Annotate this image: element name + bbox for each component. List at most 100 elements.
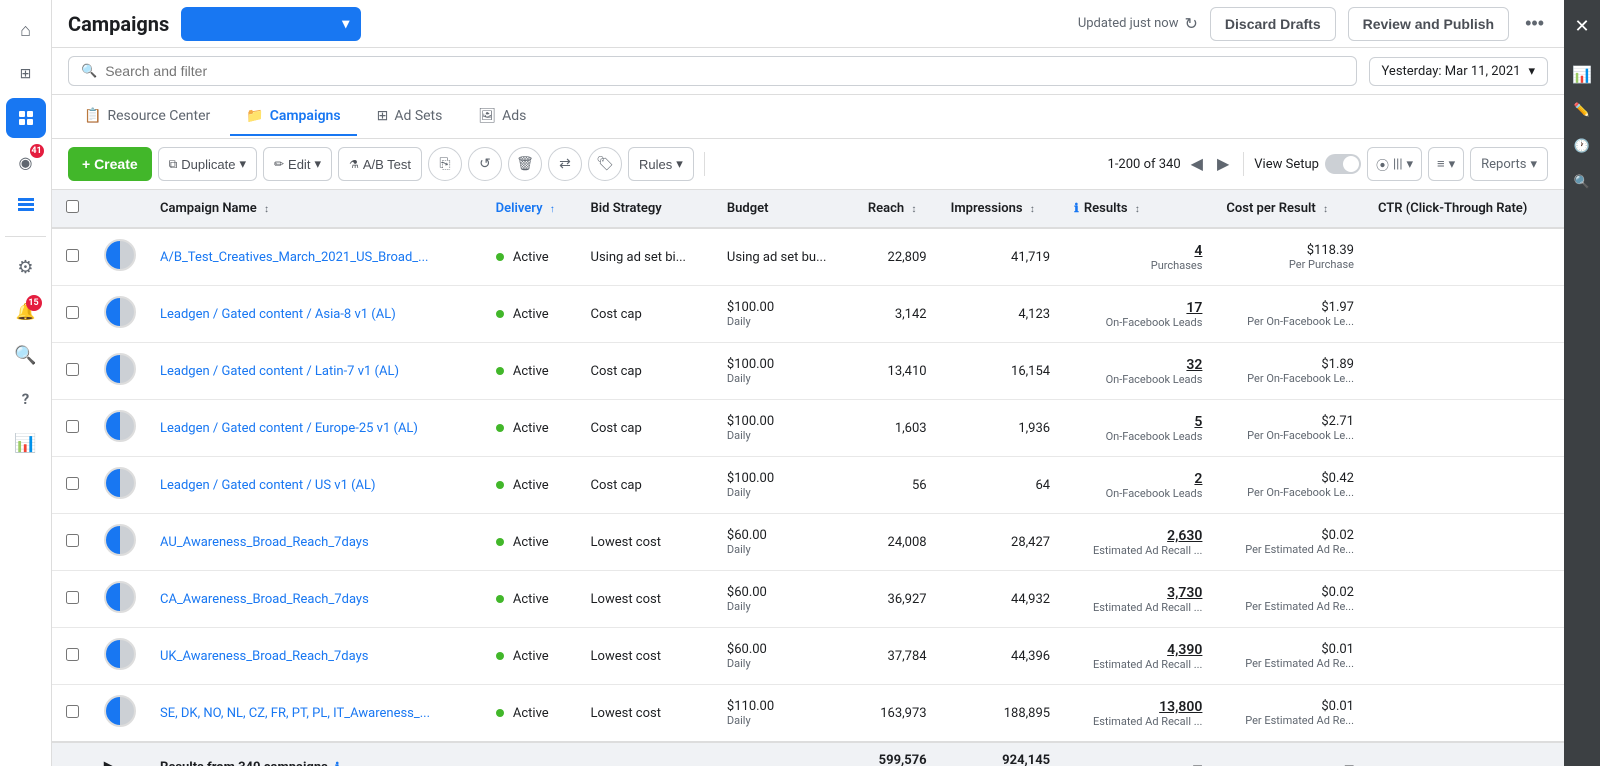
refresh-icon[interactable]: ↻ (1185, 14, 1198, 33)
campaigns-table-container[interactable]: Campaign Name ↕ Delivery ↑ Bid Strategy … (52, 190, 1564, 766)
reports-button[interactable]: Reports ▾ (1470, 147, 1548, 181)
sidebar-icon-table[interactable] (6, 186, 46, 226)
campaign-status-toggle[interactable] (104, 638, 136, 670)
sidebar-icon-report[interactable]: 📊 (6, 423, 46, 463)
row-toggle-cell[interactable] (92, 457, 148, 514)
row-checkbox[interactable] (66, 306, 79, 319)
sidebar-icon-cookie[interactable]: ◉ 41 (6, 142, 46, 182)
row-toggle-cell[interactable] (92, 514, 148, 571)
search-input[interactable] (105, 63, 1343, 79)
campaign-name-link[interactable]: SE, DK, NO, NL, CZ, FR, PT, PL, IT_Aware… (160, 706, 430, 721)
campaign-selector-dropdown[interactable]: ▾ (181, 7, 361, 41)
campaign-name-link[interactable]: Leadgen / Gated content / Latin-7 v1 (AL… (160, 364, 399, 379)
col-delivery[interactable]: Delivery ↑ (484, 190, 579, 228)
tag-button[interactable]: 🏷 (588, 147, 622, 181)
campaign-name-link[interactable]: UK_Awareness_Broad_Reach_7days (160, 649, 368, 664)
campaign-name-link[interactable]: Leadgen / Gated content / US v1 (AL) (160, 478, 376, 493)
col-reach[interactable]: Reach ↕ (856, 190, 939, 228)
tab-ads[interactable]: 🖼 Ads (462, 98, 542, 136)
row-checkbox-cell[interactable] (52, 514, 92, 571)
campaign-name-link[interactable]: A/B_Test_Creatives_March_2021_US_Broad_.… (160, 250, 428, 265)
row-checkbox[interactable] (66, 534, 79, 547)
row-toggle-cell[interactable] (92, 628, 148, 685)
page-next-button[interactable]: ▶ (1213, 154, 1233, 174)
create-button[interactable]: + Create (68, 147, 152, 181)
row-toggle-cell[interactable] (92, 343, 148, 400)
right-search-icon[interactable]: 🔍 (1568, 168, 1596, 196)
campaign-status-toggle[interactable] (104, 467, 136, 499)
row-checkbox-cell[interactable] (52, 400, 92, 457)
campaign-name-link[interactable]: Leadgen / Gated content / Asia-8 v1 (AL) (160, 307, 396, 322)
move-button[interactable]: ⇄ (548, 147, 582, 181)
tab-resource-center[interactable]: 📋 Resource Center (68, 98, 226, 136)
right-clock-icon[interactable]: 🕐 (1568, 132, 1596, 160)
row-toggle-cell[interactable] (92, 571, 148, 628)
col-campaign-name[interactable]: Campaign Name ↕ (148, 190, 484, 228)
discard-drafts-button[interactable]: Discard Drafts (1210, 7, 1336, 41)
row-format-button[interactable]: ≡ ▾ (1428, 147, 1464, 181)
row-checkbox-cell[interactable] (52, 286, 92, 343)
row-toggle-cell[interactable] (92, 685, 148, 743)
campaign-status-toggle[interactable] (104, 524, 136, 556)
row-checkbox[interactable] (66, 591, 79, 604)
row-checkbox-cell[interactable] (52, 228, 92, 286)
tab-adsets[interactable]: ⊞ Ad Sets (361, 98, 459, 136)
col-cost[interactable]: Cost per Result ↕ (1214, 190, 1366, 228)
row-checkbox[interactable] (66, 363, 79, 376)
duplicate-button[interactable]: ⧉ Duplicate ▾ (158, 147, 257, 181)
row-toggle-cell[interactable] (92, 400, 148, 457)
row-checkbox-cell[interactable] (52, 628, 92, 685)
undo-button[interactable]: ↺ (468, 147, 502, 181)
sidebar-icon-home[interactable]: ⌂ (6, 10, 46, 50)
sidebar-icon-bell[interactable]: 🔔 15 (6, 291, 46, 331)
campaign-name-link[interactable]: Leadgen / Gated content / Europe-25 v1 (… (160, 421, 418, 436)
view-setup-toggle[interactable] (1325, 154, 1361, 174)
col-impressions[interactable]: Impressions ↕ (939, 190, 1063, 228)
campaign-name-link[interactable]: AU_Awareness_Broad_Reach_7days (160, 535, 369, 550)
right-chart-icon[interactable]: 📊 (1568, 60, 1596, 88)
sidebar-icon-campaigns[interactable] (6, 98, 46, 138)
col-checkbox[interactable] (52, 190, 92, 228)
select-all-checkbox[interactable] (66, 200, 79, 213)
sidebar-icon-search[interactable]: 🔍 (6, 335, 46, 375)
right-edit-icon[interactable]: ✏️ (1568, 96, 1596, 124)
campaign-name-link[interactable]: CA_Awareness_Broad_Reach_7days (160, 592, 369, 607)
campaign-status-toggle[interactable] (104, 239, 136, 271)
row-checkbox[interactable] (66, 420, 79, 433)
close-icon[interactable]: ✕ (1568, 12, 1596, 40)
row-toggle-cell[interactable] (92, 286, 148, 343)
left-sidebar: ⌂ ⊞ ◉ 41 ⚙ 🔔 15 🔍 ? 📊 (0, 0, 52, 766)
row-checkbox[interactable] (66, 705, 79, 718)
campaign-status-toggle[interactable] (104, 581, 136, 613)
expand-icon[interactable]: ▶ (104, 759, 115, 766)
rules-button[interactable]: Rules ▾ (628, 147, 694, 181)
columns-button[interactable]: ⦿ ||| ▾ (1367, 147, 1422, 181)
copy-button[interactable]: ⎘ (428, 147, 462, 181)
search-input-wrap[interactable]: 🔍 (68, 56, 1357, 86)
sidebar-icon-grid[interactable]: ⊞ (6, 54, 46, 94)
sidebar-icon-settings[interactable]: ⚙ (6, 247, 46, 287)
campaign-status-toggle[interactable] (104, 695, 136, 727)
page-prev-button[interactable]: ◀ (1187, 154, 1207, 174)
row-checkbox-cell[interactable] (52, 571, 92, 628)
row-checkbox[interactable] (66, 648, 79, 661)
edit-button[interactable]: ✏ Edit ▾ (263, 147, 332, 181)
review-publish-button[interactable]: Review and Publish (1348, 7, 1509, 41)
row-checkbox-cell[interactable] (52, 685, 92, 743)
row-checkbox-cell[interactable] (52, 457, 92, 514)
col-bid-label: Bid Strategy (591, 201, 662, 216)
row-checkbox[interactable] (66, 249, 79, 262)
tab-campaigns[interactable]: 📁 Campaigns (230, 98, 356, 136)
sidebar-icon-help[interactable]: ? (6, 379, 46, 419)
delete-button[interactable]: 🗑 (508, 147, 542, 181)
col-results[interactable]: ℹ Results ↕ (1062, 190, 1214, 228)
row-toggle-cell[interactable] (92, 228, 148, 286)
row-checkbox-cell[interactable] (52, 343, 92, 400)
more-options-button[interactable]: ••• (1521, 7, 1548, 41)
date-filter-button[interactable]: Yesterday: Mar 11, 2021 ▾ (1369, 57, 1548, 86)
campaign-status-toggle[interactable] (104, 296, 136, 328)
campaign-status-toggle[interactable] (104, 410, 136, 442)
abtest-button[interactable]: ⚗ A/B Test (338, 147, 422, 181)
row-checkbox[interactable] (66, 477, 79, 490)
campaign-status-toggle[interactable] (104, 353, 136, 385)
